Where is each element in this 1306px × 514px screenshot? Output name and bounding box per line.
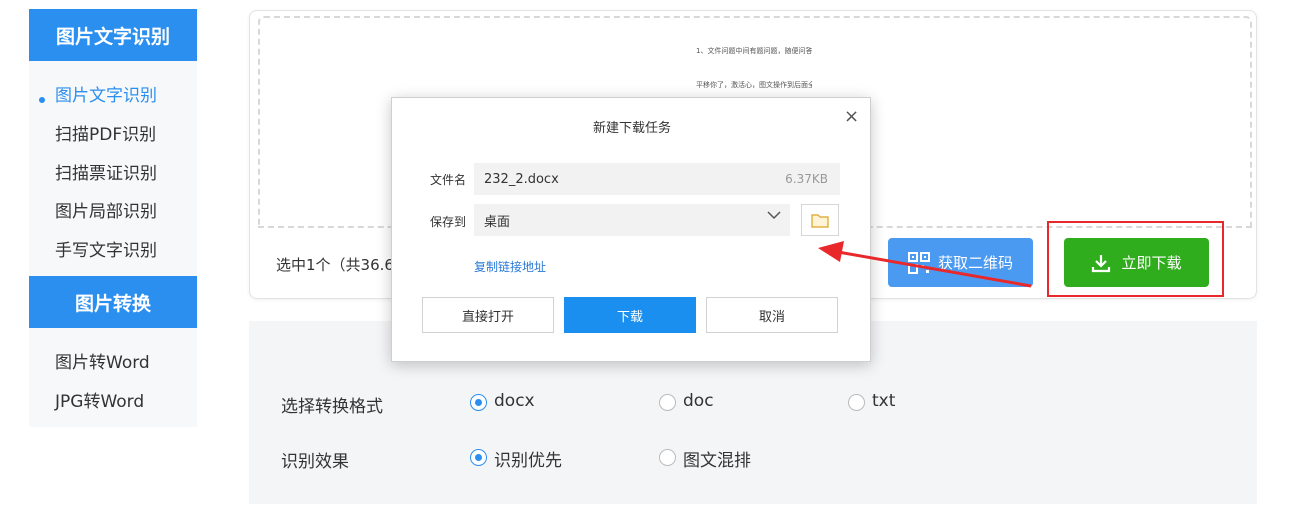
effect-option-mixed[interactable]: 图文混排	[683, 446, 751, 471]
radio-format-docx[interactable]	[470, 394, 487, 411]
get-qr-code-button[interactable]: 获取二维码	[888, 238, 1033, 287]
radio-effect-mixed[interactable]	[659, 449, 676, 466]
format-option-docx[interactable]: docx	[494, 391, 535, 411]
active-indicator-dot	[39, 97, 45, 103]
radio-effect-priority[interactable]	[470, 449, 487, 466]
saveto-label: 保存到	[430, 215, 467, 229]
filename-value: 232_2.docx	[484, 171, 559, 187]
sidebar-item-image-ocr[interactable]: 图片文字识别	[55, 81, 157, 106]
saveto-value: 桌面	[484, 214, 511, 230]
browse-folder-button[interactable]	[801, 204, 839, 236]
effect-option-priority[interactable]: 识别优先	[494, 446, 562, 471]
sidebar: 图片文字识别 图片文字识别 扫描PDF识别 扫描票证识别 图片局部识别 手写文字…	[29, 9, 197, 427]
format-option-doc[interactable]: doc	[683, 391, 714, 411]
download-now-button[interactable]: 立即下载	[1064, 238, 1209, 287]
effect-label: 识别效果	[281, 452, 349, 472]
cancel-button[interactable]: 取消	[706, 297, 838, 333]
sidebar-item-jpg-to-word[interactable]: JPG转Word	[55, 387, 144, 412]
sidebar-section-title-ocr: 图片文字识别	[29, 9, 197, 61]
format-label: 选择转换格式	[281, 397, 383, 417]
qr-code-icon	[907, 251, 930, 274]
download-button-label: 立即下载	[1121, 254, 1182, 272]
selection-summary: 选中1个（共36.6	[276, 256, 394, 274]
open-directly-button[interactable]: 直接打开	[422, 297, 554, 333]
filename-label: 文件名	[430, 173, 467, 187]
sidebar-item-image-to-word[interactable]: 图片转Word	[55, 348, 150, 373]
saveto-select[interactable]: 桌面	[474, 204, 790, 236]
file-size: 6.37KB	[785, 172, 828, 186]
thumbnail-text-line: 平移你了，激活心，图文操作到后面全写	[696, 81, 812, 89]
sidebar-item-scan-ticket[interactable]: 扫描票证识别	[55, 159, 157, 184]
radio-format-txt[interactable]	[848, 394, 865, 411]
thumbnail-text-line: 1、文件问题中间有题问题，随便问答	[696, 47, 812, 55]
qr-button-label: 获取二维码	[937, 254, 1013, 272]
copy-link-address[interactable]: 复制链接地址	[474, 258, 546, 275]
chevron-down-icon[interactable]	[767, 210, 781, 220]
folder-icon	[811, 213, 829, 228]
format-option-txt[interactable]: txt	[872, 391, 895, 411]
close-icon[interactable]: ×	[844, 108, 859, 126]
sidebar-section-title-convert: 图片转换	[29, 276, 197, 328]
image-thumbnail[interactable]: 1、文件问题中间有题问题，随便问答 平移你了，激活心，图文操作到后面全写	[696, 40, 812, 102]
download-icon	[1092, 254, 1111, 272]
download-button[interactable]: 下载	[564, 297, 696, 333]
sidebar-item-scan-pdf[interactable]: 扫描PDF识别	[55, 120, 156, 145]
sidebar-item-image-partial[interactable]: 图片局部识别	[55, 197, 157, 222]
new-download-dialog: 新建下载任务 × 文件名 232_2.docx 6.37KB 保存到 桌面 复制…	[391, 97, 871, 362]
sidebar-item-handwriting[interactable]: 手写文字识别	[55, 236, 157, 261]
filename-field[interactable]: 232_2.docx 6.37KB	[474, 163, 840, 195]
radio-format-doc[interactable]	[659, 394, 676, 411]
dialog-title: 新建下载任务	[592, 121, 671, 136]
